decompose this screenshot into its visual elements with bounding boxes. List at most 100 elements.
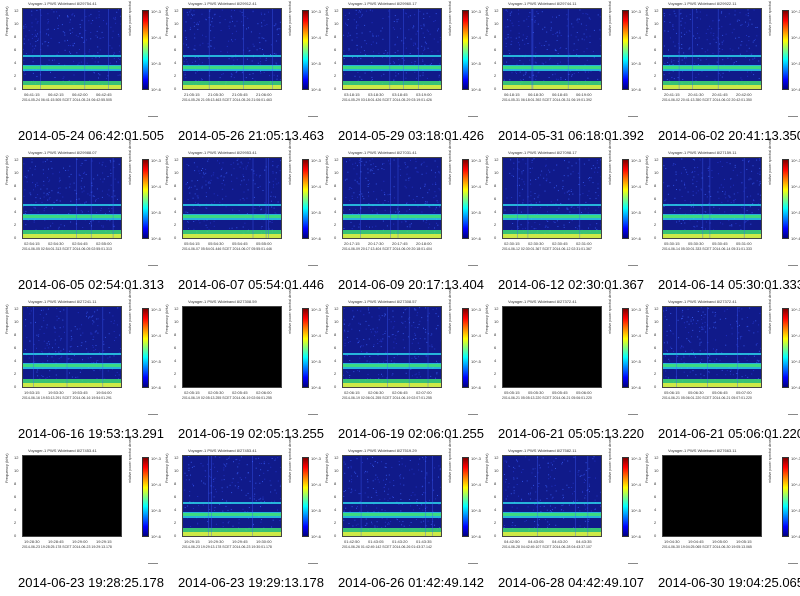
noise-pixel: [592, 182, 594, 184]
noise-pixel: [47, 360, 49, 362]
noise-pixel: [696, 17, 698, 19]
noise-pixel: [407, 166, 409, 168]
noise-pixel: [535, 79, 537, 81]
spectrogram-svg: [23, 9, 121, 90]
noise-pixel: [351, 328, 353, 330]
noise-pixel: [435, 195, 437, 197]
noise-pixel: [275, 178, 277, 180]
noise-pixel: [689, 371, 691, 373]
noise-pixel: [49, 197, 51, 199]
noise-pixel: [56, 308, 58, 309]
y-tick-label: 10: [174, 319, 179, 324]
noise-pixel: [584, 71, 586, 73]
noise-pixel: [344, 339, 346, 341]
noise-pixel: [254, 183, 256, 185]
noise-pixel: [716, 349, 718, 351]
noise-pixel: [685, 326, 687, 328]
noise-pixel: [371, 71, 373, 72]
noise-pixel: [238, 463, 240, 465]
x-axis-label: 2014-06-12 02:30:01.367 SCET 2014-06-12 …: [502, 247, 592, 251]
noise-pixel: [38, 334, 40, 336]
noise-pixel: [258, 37, 260, 39]
noise-pixel: [71, 351, 73, 353]
noise-pixel: [388, 16, 390, 18]
noise-pixel: [69, 165, 71, 167]
y-tick-label: 2: [334, 73, 337, 78]
noise-pixel: [378, 377, 380, 379]
noise-pixel: [555, 458, 557, 459]
noise-pixel: [556, 185, 557, 187]
noise-pixel: [385, 474, 387, 476]
noise-pixel: [58, 89, 59, 90]
noise-pixel: [707, 307, 709, 309]
noise-pixel: [401, 457, 403, 459]
low-frequency-core: [23, 85, 121, 89]
noise-pixel: [194, 170, 196, 172]
noise-pixel: [365, 177, 367, 179]
noise-pixel: [682, 315, 684, 317]
noise-pixel: [198, 505, 200, 507]
noise-pixel: [371, 521, 372, 523]
middle-band-core: [663, 215, 761, 218]
noise-pixel: [704, 349, 706, 351]
colorbar: [622, 457, 629, 537]
noise-pixel: [557, 199, 559, 201]
noise-pixel: [422, 457, 424, 459]
x-tick-label: 21:05:15: [184, 92, 200, 97]
noise-pixel: [721, 49, 723, 51]
colorbar-label: relative power spectral density: [288, 435, 292, 483]
noise-pixel: [92, 323, 94, 325]
noise-pixel: [31, 22, 33, 24]
noise-pixel: [189, 192, 191, 194]
noise-pixel: [668, 57, 670, 59]
noise-pixel: [409, 469, 411, 471]
noise-pixel: [63, 167, 64, 169]
noise-pixel: [518, 465, 520, 467]
noise-pixel: [744, 357, 746, 359]
noise-pixel: [31, 10, 33, 12]
noise-pixel: [564, 192, 566, 194]
spectrogram-background: [343, 9, 441, 89]
x-tick-label: 02:54:15: [24, 241, 40, 246]
noise-pixel: [671, 348, 673, 349]
noise-pixel: [349, 360, 351, 361]
noise-pixel: [583, 39, 585, 41]
noise-pixel: [212, 25, 214, 27]
noise-pixel: [60, 339, 61, 341]
noise-pixel: [371, 226, 373, 228]
noise-pixel: [348, 188, 350, 190]
colorbar: [462, 10, 469, 90]
noise-pixel: [535, 202, 537, 204]
noise-pixel: [687, 191, 689, 193]
noise-pixel: [239, 10, 241, 12]
noise-pixel: [522, 228, 524, 230]
noise-pixel: [210, 30, 212, 32]
noise-pixel: [724, 211, 726, 213]
noise-pixel: [203, 173, 205, 175]
interference-line: [66, 307, 68, 387]
noise-pixel: [521, 471, 523, 473]
noise-pixel: [104, 336, 106, 338]
x-tick-label: 05:30:30: [688, 241, 704, 246]
noise-pixel: [259, 206, 260, 208]
noise-pixel: [114, 52, 115, 54]
noise-pixel: [204, 483, 206, 485]
low-frequency-core: [183, 85, 281, 89]
noise-pixel: [382, 38, 384, 40]
upper-band: [343, 55, 441, 57]
noise-pixel: [550, 27, 552, 29]
noise-pixel: [589, 224, 591, 226]
noise-pixel: [429, 499, 430, 501]
noise-pixel: [390, 321, 392, 323]
noise-pixel: [759, 183, 761, 184]
noise-pixel: [721, 166, 723, 167]
noise-pixel: [518, 21, 520, 23]
noise-pixel: [689, 341, 691, 343]
noise-pixel: [59, 179, 61, 181]
noise-pixel: [399, 521, 401, 522]
noise-pixel: [370, 168, 372, 170]
noise-pixel: [79, 24, 81, 25]
noise-pixel: [682, 346, 684, 348]
noise-pixel: [59, 200, 61, 202]
noise-pixel: [556, 164, 557, 166]
